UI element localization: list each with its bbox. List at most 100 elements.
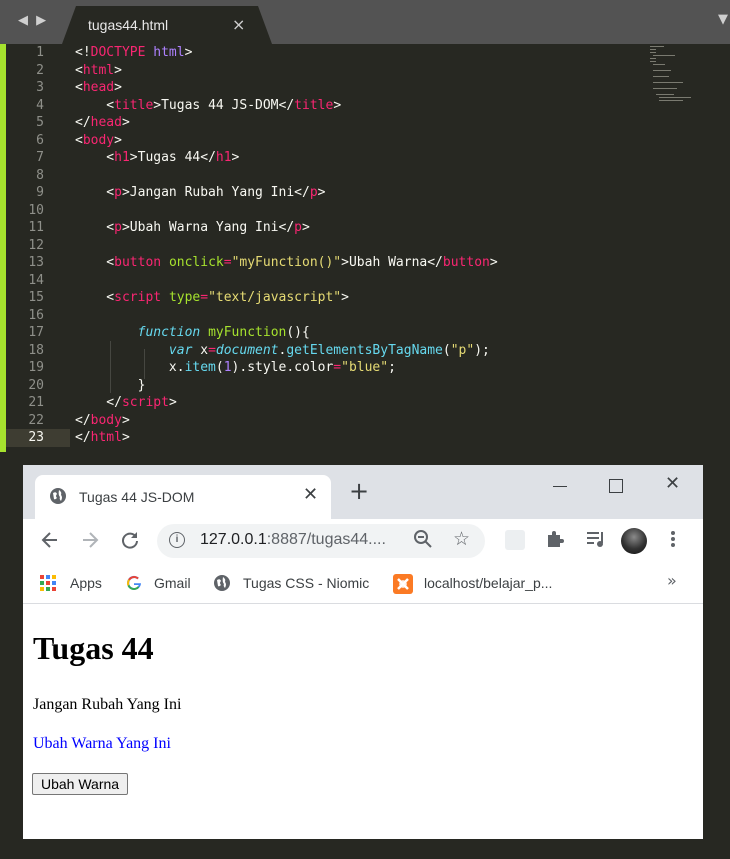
code-line[interactable]: 1 <!DOCTYPE html> [6,44,730,62]
line-code: </body> [75,412,130,428]
line-code: <p>Ubah Warna Yang Ini</p> [75,220,310,235]
line-number: 19 [28,360,44,375]
code-line[interactable]: 20 } [6,377,730,395]
browser-tab-close-icon[interactable]: ✕ [303,484,318,505]
line-number: 15 [28,290,44,305]
code-line[interactable]: 19 x.item(1).style.color="blue"; [6,359,730,377]
browser-tab-title: Tugas 44 JS-DOM [79,489,195,505]
url-text: 127.0.0.1:8887/tugas44.... [200,531,386,548]
globe-icon [213,574,231,597]
line-number: 22 [28,412,44,428]
google-g-icon [125,574,143,597]
line-number: 17 [28,325,44,340]
line-number: 3 [36,80,44,95]
code-area[interactable]: 1 <!DOCTYPE html> 2 <html> 3 <head> 4 <title>T… [6,44,730,452]
line-number: 23 [28,430,44,445]
code-line[interactable]: 13 <button onclick="myFunction()">Ubah W… [6,254,730,272]
code-line[interactable]: 4 <title>Tugas 44 JS-DOM</title> [6,97,730,115]
code-line[interactable]: 15 <script type="text/javascript"> [6,289,730,307]
line-code: x.item(1).style.color="blue"; [75,360,396,375]
line-number: 12 [28,237,44,253]
xampp-icon [393,574,413,599]
line-code: <title>Tugas 44 JS-DOM</title> [75,97,342,113]
tab-nav-arrows-icon[interactable]: ◀ ▶ [18,13,48,28]
code-editor: ◀ ▶ tugas44.html × ▼ 1 <!DOCTYPE html> 2 <h… [0,0,730,452]
line-number: 1 [36,45,44,60]
line-code: <html> [75,62,122,78]
browser-window: Tugas 44 JS-DOM ✕ + ✕ i 127.0.0.1:8887/t… [23,465,703,839]
line-code: <button onclick="myFunction()">Ubah Warn… [75,255,498,270]
editor-tab[interactable]: tugas44.html × [62,6,272,44]
code-line[interactable]: 11 <p>Ubah Warna Yang Ini</p> [6,219,730,237]
page-heading: Tugas 44 [33,630,154,666]
line-code: <h1>Tugas 44</h1> [75,150,240,165]
code-line[interactable]: 5 </head> [6,114,730,132]
code-line[interactable]: 3 <head> [6,79,730,97]
code-line[interactable]: 22 </body> [6,412,730,430]
minimize-icon[interactable] [553,486,567,487]
globe-icon [49,487,67,510]
paragraph-recolored: Ubah Warna Yang Ini [33,735,171,752]
bookmark-star-icon[interactable]: ☆ [453,528,470,550]
line-code: </head> [75,115,130,130]
line-number: 10 [28,202,44,218]
forward-icon[interactable] [79,529,101,556]
zoom-icon[interactable] [413,529,433,554]
apps-grid-icon [39,574,57,597]
browser-titlebar: Tugas 44 JS-DOM ✕ + ✕ [23,465,703,519]
line-code: <body> [75,132,122,148]
profile-avatar[interactable] [621,528,647,554]
extension-icon[interactable] [505,530,525,550]
code-line[interactable]: 6 <body> [6,132,730,150]
code-line[interactable]: 16 [6,307,730,325]
code-line[interactable]: 21 </script> [6,394,730,412]
line-number: 14 [28,272,44,288]
media-queue-icon[interactable] [585,529,607,554]
address-bar[interactable]: i 127.0.0.1:8887/tugas44.... ☆ [157,524,485,558]
paragraph-unchanged: Jangan Rubah Yang Ini [33,696,182,713]
code-line[interactable]: 9 <p>Jangan Rubah Yang Ini</p> [6,184,730,202]
site-info-icon[interactable]: i [169,532,185,548]
code-line[interactable]: 2 <html> [6,62,730,80]
reload-icon[interactable] [119,529,141,556]
code-line[interactable]: 17 function myFunction(){ [6,324,730,342]
line-code: <head> [75,80,122,95]
line-number: 13 [28,255,44,270]
bookmark-apps[interactable]: Apps [39,573,109,593]
line-code: function myFunction(){ [137,325,310,340]
back-icon[interactable] [39,529,61,556]
code-line[interactable]: 7 <h1>Tugas 44</h1> [6,149,730,167]
line-number: 16 [28,307,44,323]
bookmark-tugas-css[interactable]: Tugas CSS - Niomic [213,573,383,593]
line-number: 8 [36,167,44,183]
bookmarks-bar: Apps Gmail Tugas CSS - Niomic localhost/… [23,565,703,604]
code-line[interactable]: 10 [6,202,730,220]
bookmark-localhost[interactable]: localhost/belajar_p... [393,573,573,594]
line-number: 21 [28,395,44,410]
browser-tab[interactable]: Tugas 44 JS-DOM ✕ [35,475,331,519]
line-code: </html> [75,430,130,445]
line-number: 11 [28,220,44,235]
maximize-icon[interactable] [609,479,623,493]
ubah-warna-button[interactable]: Ubah Warna [32,773,129,795]
extensions-puzzle-icon[interactable] [545,529,565,554]
code-line[interactable]: 18 var x=document.getElementsByTagName("… [6,342,730,360]
new-tab-icon[interactable]: + [349,479,369,503]
minimap[interactable] [648,44,700,104]
line-code: <!DOCTYPE html> [75,45,193,60]
menu-kebab-icon[interactable] [669,529,677,554]
page-viewport: Tugas 44 Jangan Rubah Yang Ini Ubah Warn… [23,604,703,839]
tab-dropdown-icon[interactable]: ▼ [718,12,728,27]
code-line[interactable]: 8 [6,167,730,185]
code-line[interactable]: 14 [6,272,730,290]
line-code: } [75,377,146,393]
bookmark-gmail[interactable]: Gmail [125,573,205,593]
window-close-icon[interactable]: ✕ [665,473,680,494]
line-code: var x=document.getElementsByTagName("p")… [168,342,490,358]
line-number: 2 [36,62,44,78]
code-line[interactable]: 23 </html> [6,429,130,447]
editor-tab-close-icon[interactable]: × [232,15,245,34]
bookmarks-overflow-icon[interactable]: » [667,571,677,590]
line-number: 4 [36,97,44,113]
code-line[interactable]: 12 [6,237,730,255]
